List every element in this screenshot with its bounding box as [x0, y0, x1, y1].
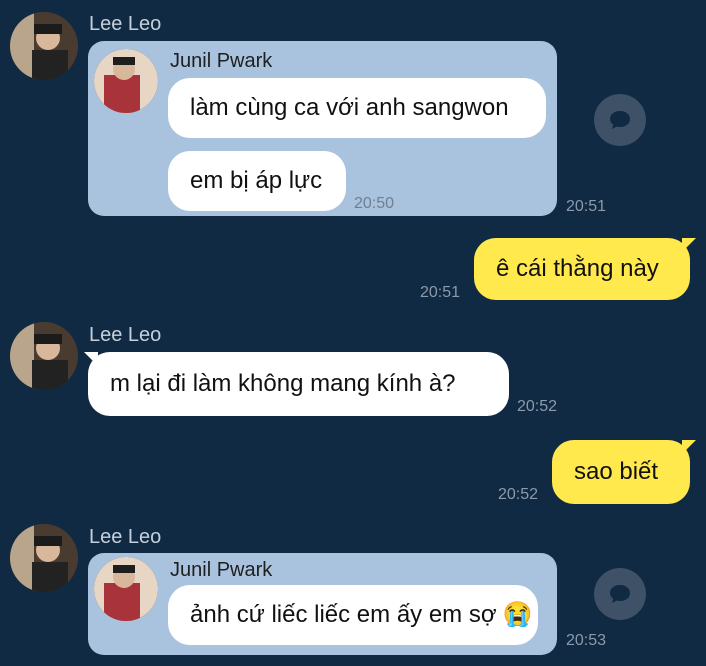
share-button[interactable]	[594, 568, 646, 620]
message-timestamp: 20:51	[566, 198, 607, 215]
avatar-lee-leo[interactable]	[10, 12, 78, 80]
message-timestamp: 20:52	[517, 398, 558, 415]
share-button[interactable]	[594, 94, 646, 146]
forwarded-from-name: Junil Pwark	[170, 50, 273, 72]
avatar-junil-pwark	[94, 49, 158, 113]
share-icon	[610, 585, 630, 603]
forwarded-message-card[interactable]: Junil Pwark làm cùng ca với anh sangwon …	[88, 41, 557, 216]
sender-name: Lee Leo	[89, 324, 162, 346]
inner-timestamp: 20:50	[354, 195, 395, 212]
bubble-tail	[682, 440, 696, 454]
forwarded-message-card[interactable]: Junil Pwark ảnh cứ liếc liếc em ấy em sợ…	[88, 553, 557, 655]
sender-name: Lee Leo	[89, 13, 162, 35]
avatar-junil-pwark	[94, 557, 158, 621]
forwarded-text-1[interactable]: làm cùng ca với anh sangwon	[168, 78, 546, 138]
forwarded-text[interactable]: ảnh cứ liếc liếc em ấy em sợ 😭	[168, 585, 538, 645]
forwarded-text-2[interactable]: em bị áp lực	[168, 151, 346, 211]
message-timestamp: 20:51	[420, 284, 461, 301]
share-icon	[610, 111, 630, 129]
crying-face-emoji: 😭	[502, 601, 533, 628]
message-timestamp: 20:53	[566, 632, 607, 649]
forwarded-text-label: ảnh cứ liếc liếc em ấy em sợ	[190, 601, 497, 628]
outgoing-bubble[interactable]: ê cái thằng này	[474, 238, 690, 300]
forwarded-from-name: Junil Pwark	[170, 559, 273, 581]
incoming-bubble[interactable]: m lại đi làm không mang kính à?	[88, 352, 509, 416]
avatar-lee-leo[interactable]	[10, 524, 78, 592]
bubble-tail	[682, 238, 696, 252]
message-timestamp: 20:52	[498, 486, 539, 503]
sender-name: Lee Leo	[89, 526, 162, 548]
avatar-lee-leo[interactable]	[10, 322, 78, 390]
outgoing-bubble[interactable]: sao biết	[552, 440, 690, 504]
